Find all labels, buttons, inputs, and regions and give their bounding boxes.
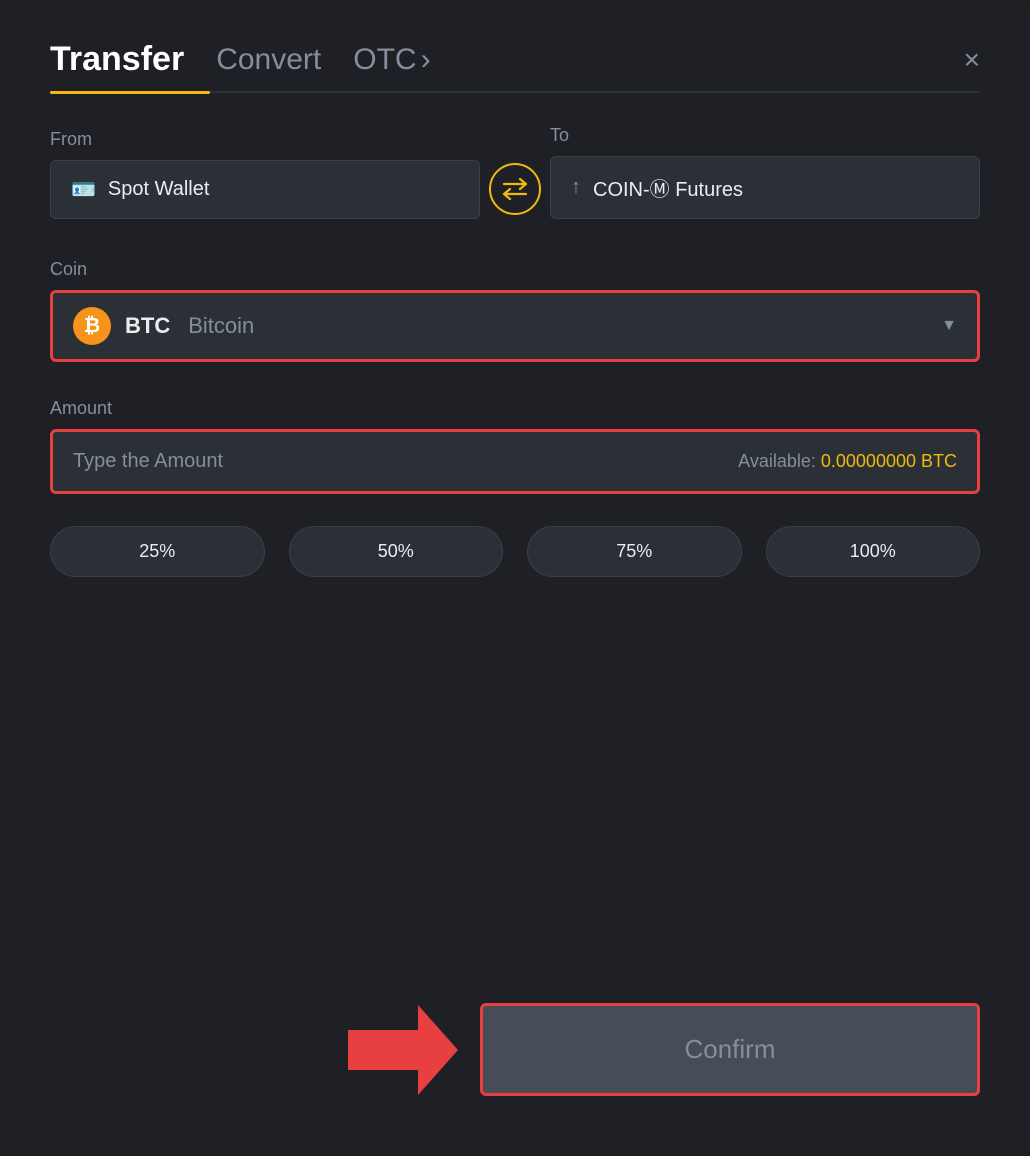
tab-convert[interactable]: Convert [216, 43, 321, 77]
available-amount: 0.00000000 BTC [821, 451, 957, 471]
percent-75-button[interactable]: 75% [527, 526, 742, 577]
tab-transfer[interactable]: Transfer [50, 40, 184, 79]
wallet-icon: 🪪 [71, 177, 96, 202]
percent-100-button[interactable]: 100% [766, 526, 981, 577]
tab-underline-active [50, 91, 210, 94]
arrow-wrapper [50, 1005, 480, 1095]
swap-btn-wrapper [480, 163, 550, 219]
coin-symbol: BTC [125, 313, 170, 339]
coin-section: Coin ₿ BTC Bitcoin ▼ [50, 259, 980, 362]
from-wallet-select[interactable]: 🪪 Spot Wallet [50, 160, 480, 219]
from-section: From 🪪 Spot Wallet [50, 129, 480, 219]
percent-row: 25% 50% 75% 100% [50, 526, 980, 577]
to-label: To [550, 125, 980, 146]
coin-label: Coin [50, 259, 980, 280]
percent-50-button[interactable]: 50% [289, 526, 504, 577]
amount-input-wrapper: Available: 0.00000000 BTC [50, 429, 980, 494]
to-wallet-name: COIN-Ⓜ Futures [593, 173, 743, 202]
from-to-row: From 🪪 Spot Wallet To ↑ COIN-Ⓜ Futures [50, 125, 980, 219]
chevron-right-icon: › [421, 43, 431, 77]
chevron-down-icon: ▼ [941, 317, 957, 335]
red-arrow-icon [348, 1005, 458, 1095]
amount-label: Amount [50, 398, 980, 419]
to-section: To ↑ COIN-Ⓜ Futures [550, 125, 980, 219]
amount-section: Amount Available: 0.00000000 BTC [50, 398, 980, 494]
close-button[interactable]: × [964, 46, 980, 74]
swap-button[interactable] [489, 163, 541, 215]
swap-icon [502, 178, 528, 200]
tab-otc[interactable]: OTC › [353, 43, 430, 77]
tab-underline-container [50, 91, 980, 93]
transfer-modal: Transfer Convert OTC › × From 🪪 Spot Wal… [0, 0, 1030, 1156]
bottom-section: Confirm [50, 1003, 980, 1096]
confirm-button[interactable]: Confirm [480, 1003, 980, 1096]
btc-icon: ₿ [73, 307, 111, 345]
from-wallet-name: Spot Wallet [108, 178, 210, 201]
amount-input[interactable] [73, 450, 738, 473]
available-text: Available: 0.00000000 BTC [738, 451, 957, 472]
to-wallet-select[interactable]: ↑ COIN-Ⓜ Futures [550, 156, 980, 219]
futures-icon: ↑ [571, 176, 581, 199]
percent-25-button[interactable]: 25% [50, 526, 265, 577]
modal-header: Transfer Convert OTC › × [50, 40, 980, 79]
from-label: From [50, 129, 480, 150]
coin-select[interactable]: ₿ BTC Bitcoin ▼ [50, 290, 980, 362]
coin-name: Bitcoin [188, 313, 254, 339]
